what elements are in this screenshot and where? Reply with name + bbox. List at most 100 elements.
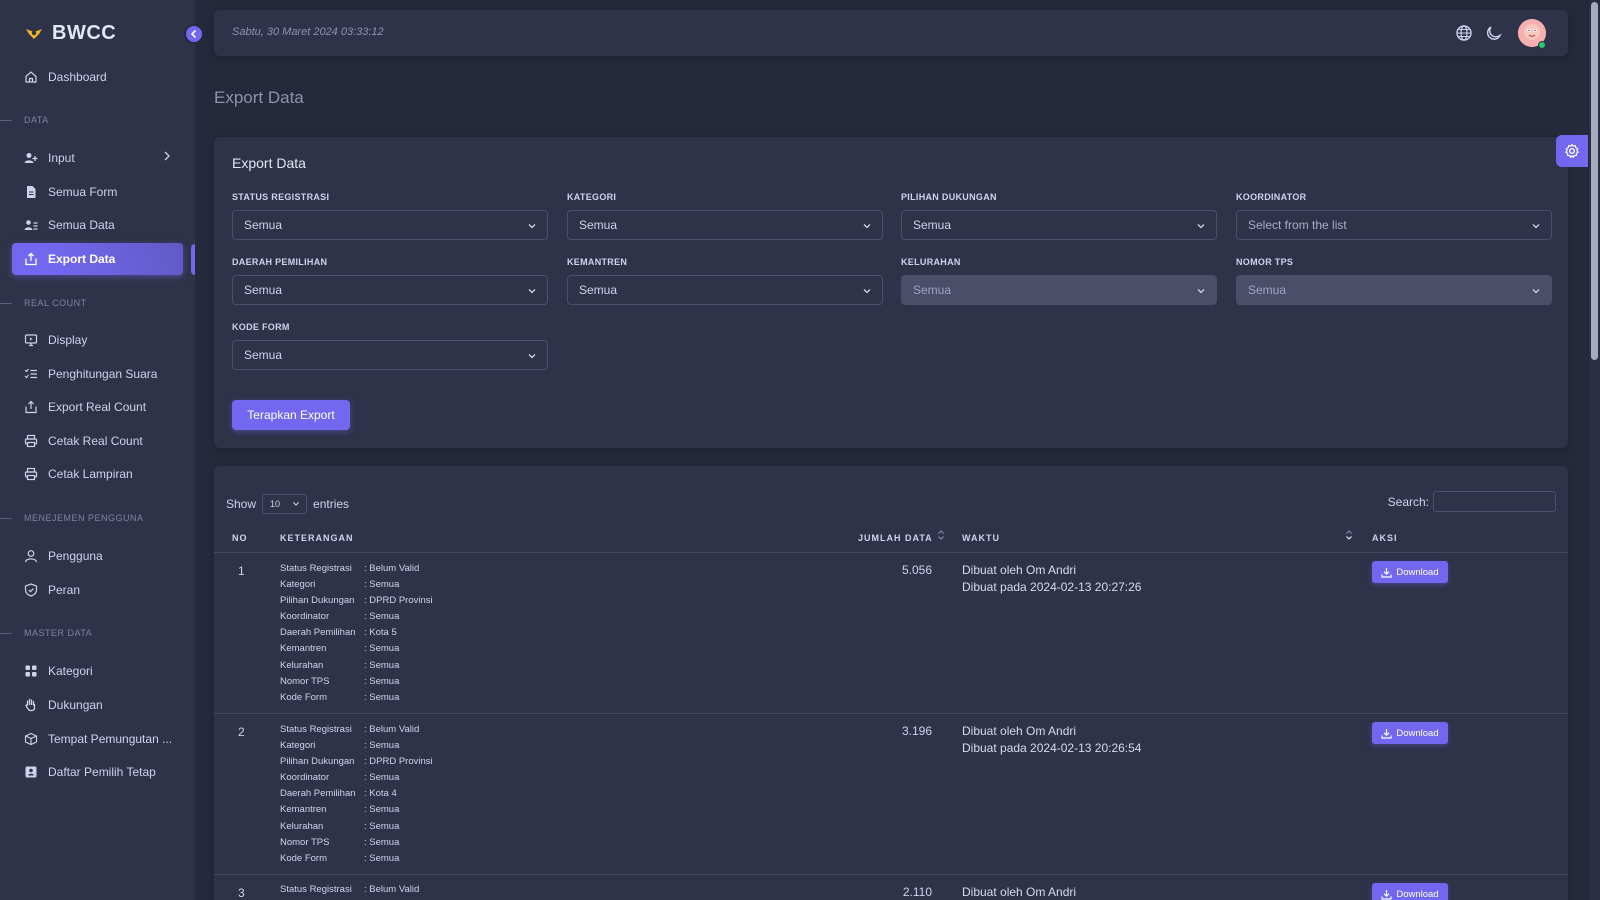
apply-export-button[interactable]: Terapkan Export (232, 400, 350, 430)
logo-icon (26, 29, 42, 39)
sidebar-item-tempat-pemungutan[interactable]: Tempat Pemungutan ... (12, 723, 183, 755)
column-header-keterangan[interactable]: KETERANGAN (280, 533, 354, 543)
sidebar-item-peran[interactable]: Peran (12, 574, 183, 606)
kode-form-select[interactable]: Semua (232, 340, 548, 370)
nomor-tps-select[interactable]: Semua (1236, 275, 1552, 305)
show-label: Show (226, 497, 257, 511)
sidebar-item-cetak-lampiran[interactable]: Cetak Lampiran (12, 458, 183, 490)
sort-desc-icon[interactable] (1345, 529, 1353, 541)
sidebar-section-menejemen-pengguna: MENEJEMEN PENGGUNA (0, 511, 144, 525)
printer-icon (24, 467, 38, 481)
chevron-down-icon (863, 289, 871, 294)
select-value: 10 (270, 499, 281, 509)
monitor-icon (24, 334, 38, 347)
download-icon (1381, 728, 1392, 739)
sidebar-item-export-real-count[interactable]: Export Real Count (12, 391, 183, 423)
field-label-status-registrasi: STATUS REGISTRASI (232, 192, 330, 202)
theme-settings-button[interactable] (1556, 135, 1588, 167)
brand[interactable]: BWCC (24, 20, 116, 46)
row-no: 3 (238, 886, 245, 900)
export-history-card: Show 10 entries Search: NO KETERANGAN JU… (214, 466, 1568, 900)
koordinator-select[interactable]: Select from the list (1236, 210, 1552, 240)
row-waktu: Dibuat oleh Om Andri Dibuat pada 2024-02… (962, 563, 1142, 594)
row-divider (214, 874, 1568, 875)
sidebar-item-semua-form[interactable]: Semua Form (12, 176, 183, 208)
select-value: Semua (244, 283, 283, 297)
chevron-right-icon (164, 151, 170, 161)
sidebar-item-label: Dashboard (48, 70, 107, 84)
entries-length-select[interactable]: 10 (262, 494, 308, 514)
kelurahan-select[interactable]: Semua (901, 275, 1217, 305)
table-search: Search: (1388, 491, 1556, 512)
moon-icon[interactable] (1485, 24, 1503, 42)
column-header-waktu[interactable]: WAKTU (962, 533, 1000, 543)
sidebar-collapse-button[interactable] (184, 24, 204, 44)
row-jumlah-data: 2.110 (902, 885, 932, 899)
kemantren-select[interactable]: Semua (567, 275, 883, 305)
download-button[interactable]: Download (1372, 561, 1448, 583)
field-label-kemantren: KEMANTREN (567, 257, 628, 267)
user-plus-icon (24, 153, 38, 163)
sidebar-item-kategori[interactable]: Kategori (12, 655, 183, 687)
home-icon (25, 71, 37, 83)
sidebar-item-label: Semua Form (48, 185, 118, 199)
column-header-no[interactable]: NO (232, 533, 248, 543)
download-button[interactable]: Download (1372, 883, 1448, 900)
status-registrasi-select[interactable]: Semua (232, 210, 548, 240)
search-input[interactable] (1433, 491, 1556, 512)
entries-label: entries (313, 497, 350, 511)
sidebar-item-semua-data[interactable]: Semua Data (12, 209, 183, 241)
kategori-select[interactable]: Semua (567, 210, 883, 240)
select-value: Semua (579, 283, 618, 297)
sort-icon[interactable] (937, 529, 945, 541)
sidebar-item-input[interactable]: Input (12, 142, 183, 174)
row-keterangan: Status Registrasi: Belum Valid (280, 884, 420, 895)
sidebar-item-display[interactable]: Display (12, 324, 183, 356)
file-icon (27, 186, 36, 198)
printer-icon (24, 434, 38, 448)
sidebar-item-label: Export Real Count (48, 400, 147, 414)
pilihan-dukungan-select[interactable]: Semua (901, 210, 1217, 240)
select-value: Semua (244, 218, 283, 232)
sidebar-item-label: Cetak Lampiran (48, 467, 133, 481)
chevron-down-icon (1197, 289, 1205, 294)
sidebar-item-cetak-real-count[interactable]: Cetak Real Count (12, 425, 183, 457)
download-button[interactable]: Download (1372, 722, 1448, 744)
card-title: Export Data (232, 155, 306, 171)
row-no: 1 (238, 564, 245, 578)
grid-icon (25, 665, 37, 677)
sidebar-item-export-data[interactable]: Export Data (12, 243, 183, 275)
row-jumlah-data: 3.196 (901, 724, 932, 738)
chevron-down-icon (293, 502, 299, 506)
hand-icon (25, 698, 36, 712)
download-icon (1381, 889, 1392, 900)
sidebar-item-label: Penghitungan Suara (48, 367, 158, 381)
download-icon (1381, 567, 1392, 578)
daerah-pemilihan-select[interactable]: Semua (232, 275, 548, 305)
select-value: Semua (913, 283, 952, 297)
chevron-down-icon (1532, 289, 1540, 294)
field-label-daerah-pemilihan: DAERAH PEMILIHAN (232, 257, 328, 267)
column-header-jumlah-data[interactable]: JUMLAH DATA (858, 533, 933, 543)
gear-icon (1565, 143, 1579, 158)
sidebar-item-label: Semua Data (48, 218, 115, 232)
row-keterangan: Status Registrasi: Belum Valid Kategori:… (280, 563, 433, 703)
select-value: Semua (913, 218, 952, 232)
sidebar-item-penghitungan-suara[interactable]: Penghitungan Suara (12, 358, 183, 390)
sidebar-item-dukungan[interactable]: Dukungan (12, 689, 183, 721)
sidebar-item-label: Kategori (48, 664, 93, 678)
globe-icon[interactable] (1455, 24, 1473, 42)
scrollbar-thumb[interactable] (1591, 2, 1598, 360)
sidebar: BWCC Dashboard DATA Input Semua Form Sem… (0, 0, 195, 900)
sidebar-section-real-count: REAL COUNT (0, 296, 87, 310)
sidebar-item-daftar-pemilih-tetap[interactable]: Daftar Pemilih Tetap (12, 756, 183, 788)
sidebar-item-pengguna[interactable]: Pengguna (12, 540, 183, 572)
datetime: Sabtu, 30 Maret 2024 03:33:12 (232, 26, 384, 38)
sidebar-item-label: Dukungan (48, 698, 103, 712)
sidebar-item-label: Pengguna (48, 549, 103, 563)
select-value: Semua (579, 218, 618, 232)
sidebar-item-dashboard[interactable]: Dashboard (12, 61, 183, 93)
sidebar-item-label: Input (48, 151, 75, 165)
sidebar-item-label: Peran (48, 583, 81, 597)
export-icon (25, 400, 37, 414)
